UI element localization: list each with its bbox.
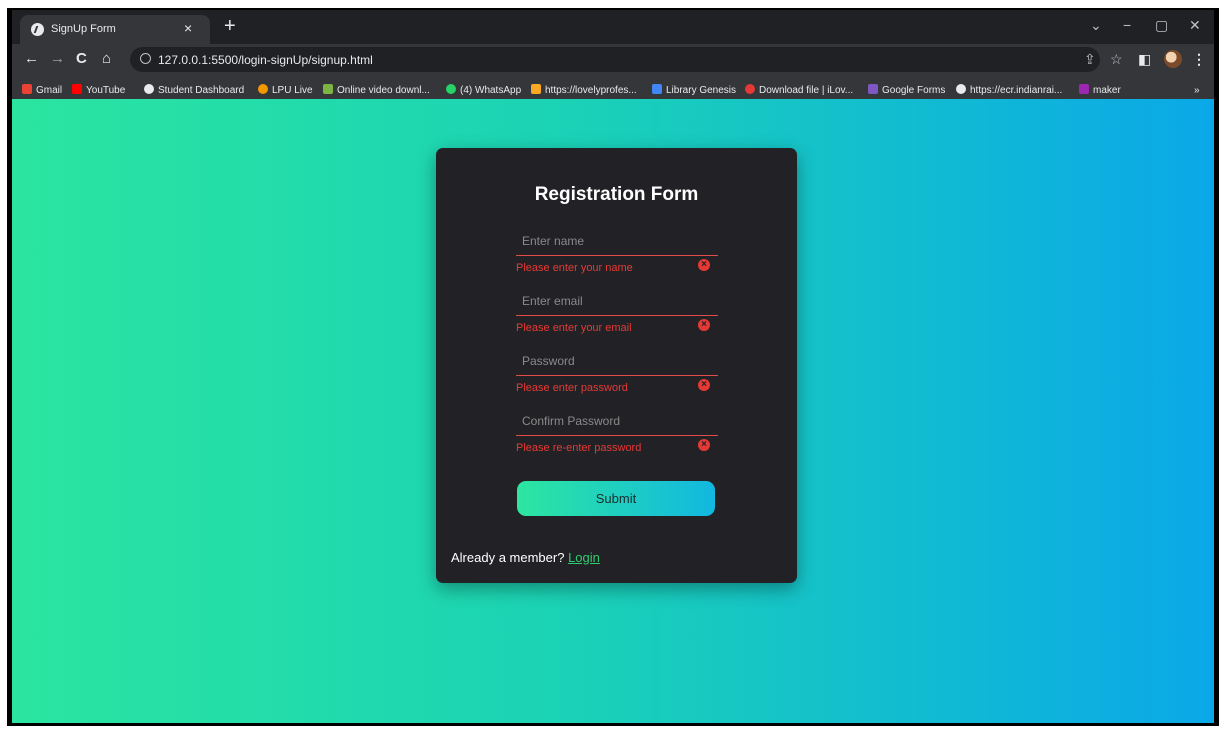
gmail-icon [22,84,32,94]
new-tab-button[interactable]: + [224,16,236,36]
error-x-icon: × [698,439,710,451]
restore-button[interactable]: ▢ [1155,16,1168,34]
ilovepdf-icon [745,84,755,94]
bookmark-lovely-professional[interactable]: https://lovelyprofes... [531,80,637,96]
bookmark-star-icon[interactable]: ☆ [1110,50,1123,68]
bookmark-maker[interactable]: maker [1079,80,1121,96]
site-info-icon[interactable] [140,53,151,64]
password-field[interactable]: Password Please enter password × [516,354,718,410]
bookmark-gmail[interactable]: Gmail [22,80,62,96]
password-placeholder: Password [522,354,575,368]
password-underline [516,375,718,376]
tab-close-icon[interactable]: × [184,20,192,36]
globe-icon [31,23,44,36]
bookmark-lpu-live[interactable]: LPU Live [258,80,313,96]
tab-title: SignUp Form [51,23,116,35]
maker-icon [1079,84,1089,94]
email-placeholder: Enter email [522,294,583,308]
email-underline [516,315,718,316]
bookmark-library-genesis[interactable]: Library Genesis [652,80,736,96]
email-error: Please enter your email [516,322,632,334]
bookmarks-bar: Gmail YouTube Student Dashboard LPU Live… [12,75,1214,99]
confirm-password-underline [516,435,718,436]
library-icon [652,84,662,94]
confirm-password-field[interactable]: Confirm Password Please re-enter passwor… [516,414,718,470]
forward-button[interactable]: → [50,50,65,68]
close-window-button[interactable]: ✕ [1189,16,1201,34]
name-placeholder: Enter name [522,234,585,248]
name-field[interactable]: Enter name Please enter your name × [516,234,718,290]
member-prompt: Already a member? Login [451,550,600,565]
name-error: Please enter your name [516,262,633,274]
confirm-password-error: Please re-enter password [516,442,642,454]
globe-icon [144,84,154,94]
browser-toolbar: ← → C ⌂ 127.0.0.1:5500/login-signUp/sign… [12,44,1214,75]
profile-avatar-icon[interactable] [1164,50,1182,68]
bookmark-youtube[interactable]: YouTube [72,80,125,96]
tab-signup-form[interactable]: SignUp Form × [20,15,210,44]
bookmark-google-forms[interactable]: Google Forms [868,80,945,96]
reload-button[interactable]: C [76,50,87,68]
tab-search-icon[interactable]: ⌄ [1090,16,1102,34]
screenshot-frame: SignUp Form × + ⌄ − ▢ ✕ ← → C ⌂ 127.0.0.… [7,8,1219,726]
member-text: Already a member? [451,550,565,565]
url-text: 127.0.0.1:5500/login-signUp/signup.html [158,53,373,67]
address-bar[interactable]: 127.0.0.1:5500/login-signUp/signup.html [130,47,1100,72]
share-icon[interactable]: ⇪ [1084,50,1096,68]
email-field[interactable]: Enter email Please enter your email × [516,294,718,350]
bookmark-whatsapp[interactable]: (4) WhatsApp [446,80,521,96]
bookmark-indian-rail[interactable]: https://ecr.indianrai... [956,80,1062,96]
lpu-logo-icon [531,84,541,94]
error-x-icon: × [698,379,710,391]
whatsapp-icon [446,84,456,94]
download-arrow-icon [323,84,333,94]
menu-icon[interactable]: ⋮ [1192,50,1206,68]
page-background: Registration Form Enter name Please ente… [12,99,1214,723]
confirm-password-placeholder: Confirm Password [522,414,621,428]
submit-button[interactable]: Submit [517,481,715,516]
login-link[interactable]: Login [568,550,600,565]
browser-window: SignUp Form × + ⌄ − ▢ ✕ ← → C ⌂ 127.0.0.… [12,10,1214,723]
form-title: Registration Form [534,184,699,205]
bookmark-student-dashboard[interactable]: Student Dashboard [144,80,244,96]
bookmark-online-video-downloader[interactable]: Online video downl... [323,80,430,96]
google-forms-icon [868,84,878,94]
error-x-icon: × [698,259,710,271]
back-button[interactable]: ← [24,50,39,68]
password-error: Please enter password [516,382,628,394]
lpu-live-icon [258,84,268,94]
globe-icon [956,84,966,94]
name-underline [516,255,718,256]
bookmarks-overflow-button[interactable]: » [1194,80,1200,96]
home-button[interactable]: ⌂ [102,50,111,68]
tab-strip: SignUp Form × + ⌄ − ▢ ✕ [12,10,1214,44]
bookmark-ilovepdf[interactable]: Download file | iLov... [745,80,853,96]
error-x-icon: × [698,319,710,331]
side-panel-icon[interactable]: ◧ [1138,50,1151,68]
registration-card: Registration Form Enter name Please ente… [436,148,797,583]
youtube-icon [72,84,82,94]
minimize-button[interactable]: − [1123,16,1131,34]
